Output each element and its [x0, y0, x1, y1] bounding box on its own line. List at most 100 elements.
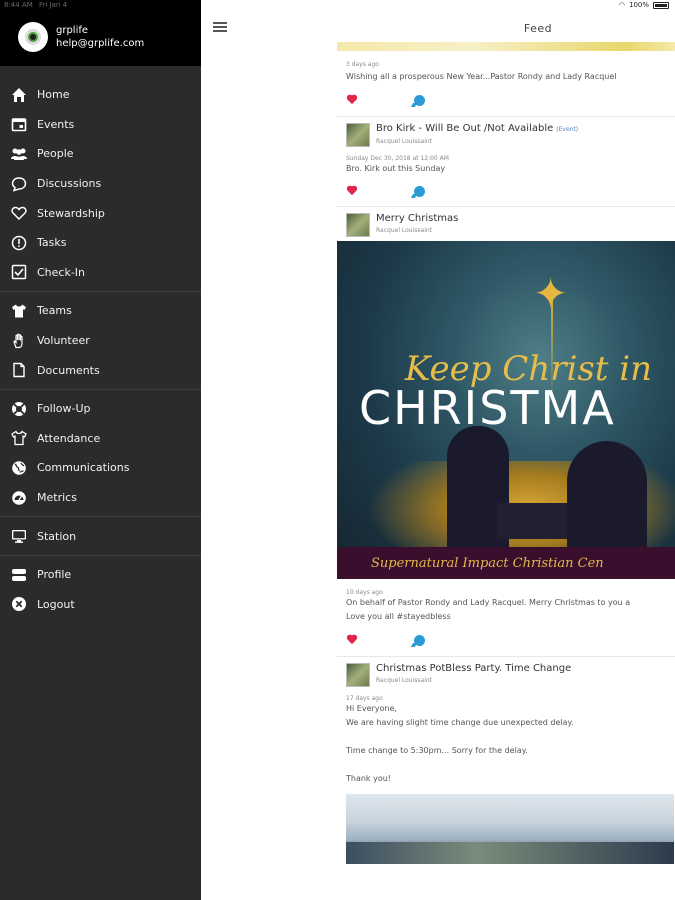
sidebar-item-label: Teams: [37, 304, 72, 318]
post-title: Bro Kirk - Will Be Out /Not Available: [376, 123, 554, 134]
sidebar-item-label: Logout: [37, 597, 75, 611]
sidebar-item-label: Communications: [37, 461, 130, 475]
sidebar-item-label: Attendance: [37, 431, 101, 445]
sidebar-item-follow-up[interactable]: Follow-Up: [0, 394, 201, 424]
shirt-icon: [10, 302, 28, 320]
feed-post[interactable]: Bro Kirk - Will Be Out /Not Available (Ev…: [337, 117, 675, 207]
comment-icon[interactable]: [414, 185, 425, 197]
nav-group-main: Home Events People Discussions Stewardsh…: [0, 66, 201, 293]
sidebar-item-people[interactable]: People: [0, 139, 201, 169]
post-timestamp: 17 days ago: [346, 695, 383, 702]
sidebar-item-documents[interactable]: Documents: [0, 355, 201, 385]
post-body-blank: [337, 730, 675, 744]
post-body-line: On behalf of Pastor Rondy and Lady Racqu…: [346, 598, 631, 607]
sidebar-item-label: Events: [37, 117, 75, 131]
sidebar-item-station[interactable]: Station: [0, 521, 201, 551]
lifebuoy-icon: [10, 400, 28, 418]
close-circle-icon: [10, 595, 28, 613]
post-header: Bro Kirk - Will Be Out /Not Available (Ev…: [337, 117, 675, 151]
post-timestamp: 10 days ago: [346, 589, 383, 596]
sidebar-item-stewardship[interactable]: Stewardship: [0, 198, 201, 228]
feed-post[interactable]: Merry Christmas Racquel Louissaint ✦ Kee…: [337, 207, 675, 657]
gauge-icon: [10, 489, 28, 507]
sidebar-item-check-in[interactable]: Check-In: [0, 258, 201, 288]
status-bar: 8:44 AM Fri Jan 4 ◠ 100%: [0, 0, 675, 12]
globe-icon: [10, 459, 28, 477]
server-icon: [10, 566, 28, 584]
status-time: 8:44 AM: [4, 1, 33, 9]
sidebar-item-label: Metrics: [37, 491, 77, 505]
like-heart-icon[interactable]: [346, 94, 358, 106]
post-body-line: We are having slight time change due une…: [346, 718, 574, 727]
nav-group-account: Profile Logout: [0, 556, 201, 623]
sidebar-item-profile[interactable]: Profile: [0, 560, 201, 590]
sidebar-item-metrics[interactable]: Metrics: [0, 483, 201, 513]
sidebar-item-label: Documents: [37, 363, 100, 377]
author-avatar: [346, 123, 370, 147]
account-email: help@grplife.com: [56, 38, 145, 49]
battery-icon: [653, 1, 669, 9]
like-heart-icon[interactable]: [346, 634, 358, 646]
post-header: Merry Christmas Racquel Louissaint: [337, 207, 675, 241]
calendar-icon: [10, 115, 28, 133]
nav-group-admin: Follow-Up Attendance Communications Metr…: [0, 390, 201, 518]
post-actions: [337, 624, 675, 656]
sidebar-item-logout[interactable]: Logout: [0, 590, 201, 620]
post-timestamp: Sunday Dec 30, 2018 at 12:00 AM: [346, 155, 449, 162]
sidebar-item-discussions[interactable]: Discussions: [0, 169, 201, 199]
post-title: Merry Christmas: [376, 213, 459, 224]
sidebar-item-label: Check-In: [37, 265, 86, 279]
wifi-icon: ◠: [618, 1, 625, 9]
comment-icon[interactable]: [414, 94, 425, 106]
post-body: Bro. Kirk out this Sunday: [346, 164, 446, 173]
nav-group-station: Station: [0, 517, 201, 556]
sidebar-item-label: Tasks: [37, 236, 67, 250]
post-author: Racquel Louissaint: [376, 138, 433, 145]
sidebar-item-volunteer[interactable]: Volunteer: [0, 326, 201, 356]
post-body-line: Thank you!: [346, 774, 392, 783]
app-bar: Feed: [201, 12, 675, 45]
feed-list: 3 days ago Wishing all a prosperous New …: [337, 42, 675, 900]
comment-icon[interactable]: [414, 634, 425, 646]
heart-outline-icon: [10, 204, 28, 222]
sidebar-item-tasks[interactable]: Tasks: [0, 228, 201, 258]
like-heart-icon[interactable]: [346, 185, 358, 197]
sidebar-item-communications[interactable]: Communications: [0, 453, 201, 483]
feed-post[interactable]: Christmas PotBless Party. Time Change Ra…: [337, 657, 675, 864]
home-icon: [10, 86, 28, 104]
post-event-tag[interactable]: (Event): [556, 126, 578, 133]
sidebar-item-label: Follow-Up: [37, 402, 91, 416]
post-title-line: Bro Kirk - Will Be Out /Not Available (Ev…: [376, 123, 578, 136]
alert-circle-icon: [10, 234, 28, 252]
feed-post[interactable]: 3 days ago Wishing all a prosperous New …: [337, 51, 675, 117]
sidebar-item-label: Discussions: [37, 177, 102, 191]
hand-icon: [10, 332, 28, 350]
post-body-line: Time change to 5:30pm... Sorry for the d…: [346, 746, 528, 755]
sidebar-item-events[interactable]: Events: [0, 110, 201, 140]
post-timestamp: 3 days ago: [346, 61, 379, 68]
post-author: Racquel Louissaint: [376, 227, 433, 234]
manger-silhouette: [497, 503, 567, 539]
sidebar-item-label: Station: [37, 529, 77, 543]
image-band-text: Supernatural Impact Christian Cen: [371, 556, 604, 571]
star-icon: ✦: [533, 269, 569, 318]
post-header: Christmas PotBless Party. Time Change Ra…: [337, 657, 675, 691]
post-image[interactable]: ✦ Keep Christ in CHRISTMA Supernatural I…: [337, 241, 675, 579]
author-avatar: [346, 663, 370, 687]
sidebar-item-teams[interactable]: Teams: [0, 296, 201, 326]
sidebar-item-attendance[interactable]: Attendance: [0, 424, 201, 454]
post-body-line: Hi Everyone,: [346, 704, 397, 713]
sidebar-item-label: Stewardship: [37, 206, 105, 220]
post-author: Racquel Louissaint: [376, 677, 433, 684]
sidebar-item-label: Volunteer: [37, 334, 90, 348]
sidebar: grplife help@grplife.com Home Events Peo…: [0, 0, 201, 900]
sidebar-item-home[interactable]: Home: [0, 80, 201, 110]
shirt-outline-icon: [10, 429, 28, 447]
post-body: Wishing all a prosperous New Year...Past…: [346, 72, 617, 81]
post-image[interactable]: [346, 794, 674, 864]
page-title-text: Feed: [523, 22, 553, 35]
post-actions: [337, 84, 675, 116]
post-actions: [337, 176, 675, 206]
account-name: grplife: [56, 25, 89, 36]
sidebar-item-label: Home: [37, 88, 70, 102]
